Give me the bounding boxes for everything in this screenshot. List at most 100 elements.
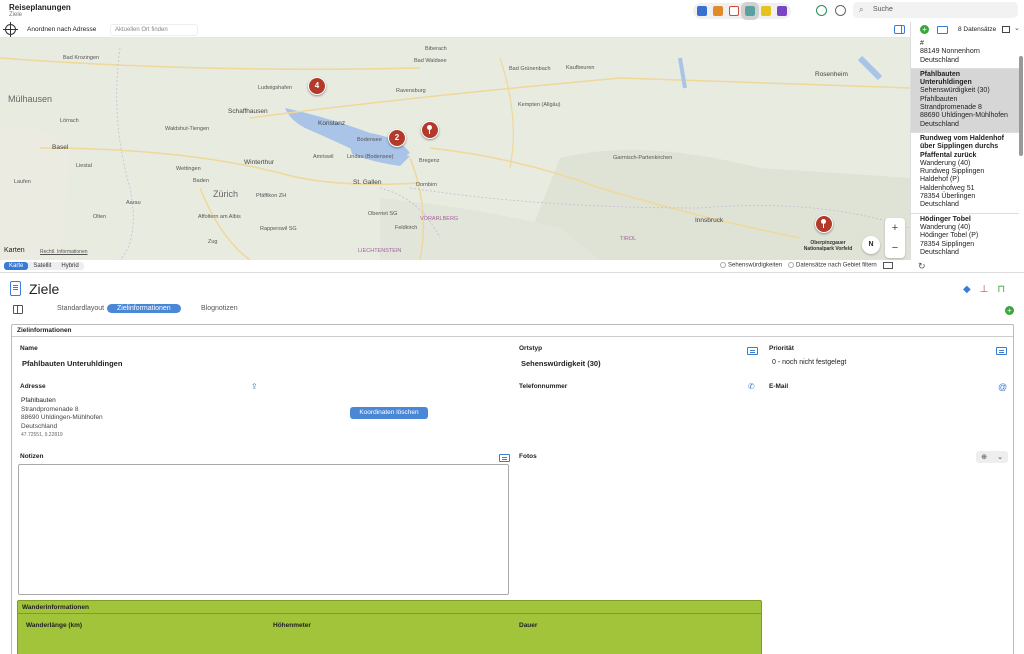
tab-standardlayout[interactable]: Standardlayout bbox=[47, 304, 114, 313]
list-item[interactable]: Hödinger Tobel Wanderung (40) Hödinger Tob… bbox=[911, 214, 1019, 260]
telefon-label: Telefonnummer bbox=[519, 383, 568, 390]
add-photo-icon[interactable]: ⊕ bbox=[981, 453, 987, 461]
list-item-line: 78354 Sipplingen bbox=[920, 240, 975, 248]
sync-icon[interactable] bbox=[816, 5, 827, 16]
map-view[interactable]: Mülhausen Bad Krozingen Basel Lörrach Wa… bbox=[0, 38, 910, 260]
sidebar-toggle-icon[interactable] bbox=[894, 25, 905, 34]
maps-logo: Karten bbox=[4, 247, 25, 254]
pin-icon[interactable]: ⊥ bbox=[980, 284, 989, 295]
notes-textarea[interactable] bbox=[18, 464, 509, 595]
list-item-line: Wanderung (40) bbox=[920, 159, 971, 167]
calendar-icon[interactable] bbox=[499, 454, 510, 462]
at-icon[interactable]: @ bbox=[998, 382, 1007, 392]
list-item-line: 88690 Uhldingen-Mühlhofen bbox=[920, 112, 1008, 120]
map-label: Mülhausen bbox=[8, 94, 53, 104]
list-item[interactable]: Pfahlbauten Unteruhldingen Sehenswürdigke… bbox=[911, 68, 1019, 133]
wander-col-height: Höhenmeter bbox=[273, 622, 311, 629]
refresh-icon[interactable]: ↻ bbox=[918, 261, 926, 272]
tab-zielinformationen[interactable]: Zielinformationen bbox=[107, 304, 181, 313]
locate-field[interactable]: Aktuellen Ort finden bbox=[110, 24, 198, 36]
add-record-button[interactable]: + bbox=[920, 25, 929, 34]
address-line: 88690 Uhldingen-Mühlhofen bbox=[21, 414, 103, 421]
chart-view-icon[interactable] bbox=[777, 6, 787, 16]
calendar-view-icon[interactable] bbox=[729, 6, 739, 16]
list-view-icon[interactable] bbox=[713, 6, 723, 16]
address-line: Pfahlbauten bbox=[21, 397, 56, 404]
maptype-karte[interactable]: Karte bbox=[4, 262, 29, 270]
maptype-hybrid[interactable]: Hybrid bbox=[56, 262, 83, 270]
photo-tools: ⊕ ⌄ bbox=[976, 451, 1008, 463]
map-label: Zug bbox=[208, 239, 218, 245]
form-view-icon[interactable] bbox=[697, 6, 707, 16]
place-marker[interactable] bbox=[421, 121, 439, 139]
ortstyp-field[interactable]: Sehenswürdigkeit (30) bbox=[521, 359, 601, 368]
cluster-marker[interactable]: 4 bbox=[308, 77, 326, 95]
section-title: Zielinformationen bbox=[17, 327, 72, 334]
map-label: Schaffhausen bbox=[228, 108, 268, 115]
cluster-marker[interactable]: 2 bbox=[388, 129, 406, 147]
legal-link[interactable]: Rechtl. Informationen bbox=[40, 249, 88, 255]
detail-panel: Ziele ◆ ⊥ ⊓ Standardlayout Zielinformati… bbox=[0, 272, 1024, 654]
radio-icon bbox=[788, 262, 795, 269]
zoom-in-button[interactable]: + bbox=[885, 218, 905, 238]
list-item-line: Deutschland bbox=[920, 120, 959, 128]
maps-logo-text: Karten bbox=[4, 247, 25, 254]
map-filters: Sehenswürdigkeiten Datensätze nach Gebie… bbox=[720, 262, 893, 269]
screen-icon[interactable] bbox=[882, 262, 893, 269]
filter-area[interactable]: Datensätze nach Gebiet filtern bbox=[788, 262, 877, 269]
chevron-down-icon[interactable]: ⌄ bbox=[1014, 24, 1020, 32]
map-view-icon[interactable] bbox=[741, 2, 759, 20]
list-item-line: Deutschland bbox=[920, 201, 959, 209]
list-item-line: Pfahlbauten bbox=[920, 95, 958, 103]
tab-blognotizen[interactable]: Blognotizen bbox=[191, 304, 248, 313]
layout-menu-icon[interactable] bbox=[1002, 26, 1010, 33]
tag-icon[interactable]: ◆ bbox=[963, 284, 971, 295]
map-label: Ravensburg bbox=[396, 88, 426, 94]
divider bbox=[12, 336, 1013, 337]
table-icon[interactable] bbox=[937, 26, 948, 34]
address-block[interactable]: Pfahlbauten Strandpromenade 8 88690 Uhld… bbox=[21, 397, 103, 440]
list-item[interactable]: #88149 Nonnenhorn Deutschland bbox=[911, 38, 1019, 69]
crosshair-icon[interactable] bbox=[3, 22, 18, 37]
smile-icon[interactable] bbox=[835, 5, 846, 16]
prioritaet-field[interactable]: 0 - noch nicht festgelegt bbox=[772, 359, 846, 366]
value-list-icon[interactable] bbox=[996, 347, 1007, 355]
sort-by-address[interactable]: Anordnen nach Adresse bbox=[27, 26, 96, 33]
maptype-satellit[interactable]: Satellit bbox=[28, 262, 56, 270]
info-section: Zielinformationen Name Pfahlbauten Unter… bbox=[11, 324, 1014, 654]
name-field[interactable]: Pfahlbauten Unteruhldingen bbox=[22, 359, 122, 368]
phone-icon[interactable]: ✆ bbox=[748, 382, 755, 391]
zoom-out-button[interactable]: − bbox=[885, 238, 905, 258]
sidebar-icon[interactable] bbox=[13, 305, 23, 314]
map-label: Baden bbox=[193, 178, 209, 184]
compass-button[interactable]: N bbox=[862, 236, 880, 254]
map-label: Waldshut-Tiengen bbox=[165, 126, 210, 132]
unlock-icon[interactable]: ⊓ bbox=[997, 284, 1005, 295]
kanban-view-icon[interactable] bbox=[761, 6, 771, 16]
map-label: Wettingen bbox=[176, 166, 201, 172]
filter-sights[interactable]: Sehenswürdigkeiten bbox=[720, 262, 782, 269]
value-list-icon[interactable] bbox=[747, 347, 758, 355]
list-item-title: Rundweg vom Haldenhof über Sipplingen du… bbox=[920, 134, 1004, 159]
list-item[interactable]: Rundweg vom Haldenhof über Sipplingen du… bbox=[911, 133, 1019, 214]
map-label: Kempten (Allgäu) bbox=[518, 102, 561, 108]
locate-placeholder: Aktuellen Ort finden bbox=[115, 27, 168, 33]
filter-sights-label: Sehenswürdigkeiten bbox=[728, 262, 783, 269]
add-button[interactable]: + bbox=[1005, 306, 1014, 315]
scrollbar[interactable] bbox=[1019, 56, 1023, 156]
email-label: E-Mail bbox=[769, 383, 789, 390]
map-label: LIECHTENSTEIN bbox=[358, 248, 402, 254]
record-list-header: + 8 Datensätze ⌄ bbox=[911, 22, 1024, 38]
place-marker[interactable] bbox=[815, 215, 833, 233]
wander-col-length: Wanderlänge (km) bbox=[26, 622, 83, 629]
prioritaet-label: Priorität bbox=[769, 345, 794, 352]
clear-coordinates-button[interactable]: Koordinaten löschen bbox=[350, 407, 428, 419]
share-icon[interactable]: ⇪ bbox=[251, 382, 258, 391]
map-label: Konstanz bbox=[318, 120, 346, 127]
search-field[interactable]: ⌕ Suche bbox=[853, 2, 1018, 18]
filter-area-label: Datensätze nach Gebiet filtern bbox=[796, 262, 877, 269]
chevron-down-icon[interactable]: ⌄ bbox=[997, 453, 1003, 461]
list-item-line: Wanderung (40) bbox=[920, 223, 971, 231]
wander-title: Wanderinformationen bbox=[22, 604, 89, 611]
notizen-label: Notizen bbox=[20, 453, 44, 460]
